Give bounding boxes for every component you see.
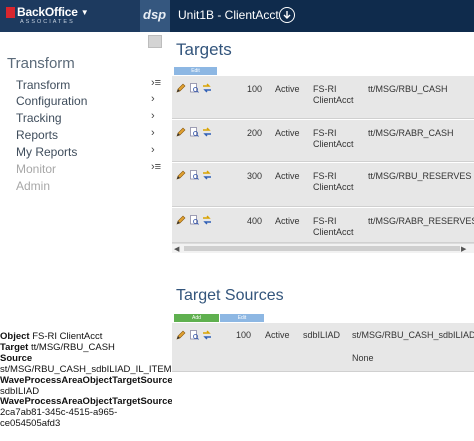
- logo-subtitle: ASSOCIATES: [20, 19, 75, 25]
- edit-pencil-icon[interactable]: [176, 330, 186, 340]
- chevron-right-icon: ›: [151, 144, 155, 156]
- status-cell: Active: [275, 171, 300, 181]
- nav-item-label: Admin: [16, 179, 51, 193]
- sources-edit-button[interactable]: Edit: [220, 314, 264, 322]
- object-cell: FS-RI: [313, 216, 337, 226]
- mapping-arrows-icon[interactable]: [202, 330, 212, 340]
- table-row[interactable]: 200 Active FS-RI ClientAcct tt/MSG/RABR_…: [172, 120, 474, 162]
- nav-item-label: Monitor: [16, 162, 57, 176]
- context-header: Unit1B - ClientAcct: [170, 0, 474, 32]
- priority-cell: 300: [247, 171, 263, 181]
- mapping-arrows-icon[interactable]: [202, 127, 212, 137]
- edit-pencil-icon[interactable]: [176, 127, 186, 137]
- dsp-badge-label: dsp: [143, 7, 167, 22]
- chevron-right-icon: ›: [151, 93, 155, 105]
- logo-dropdown-icon[interactable]: ▼: [81, 8, 89, 17]
- extra-cell: None: [352, 353, 374, 363]
- source-cell: st/MSG/RBU_CASH_sdbILIAD_IL: [352, 330, 474, 340]
- targets-title: Targets: [176, 40, 232, 59]
- target-cell: tt/MSG/RABR_CASH: [368, 128, 454, 138]
- object-cell: FS-RI: [313, 84, 337, 94]
- wpaots-source-id-label: WaveProcessAreaObjectTargetSourceI: [0, 374, 172, 386]
- object-cell-line2: ClientAcct: [313, 95, 354, 105]
- target-label: Target: [0, 341, 29, 353]
- mapping-arrows-icon[interactable]: [202, 215, 212, 225]
- object-cell: FS-RI: [313, 171, 337, 181]
- object-info-panel: Object FS-RI ClientAcct Target tt/MSG/RB…: [0, 332, 172, 430]
- chevron-right-icon: ›: [151, 110, 155, 122]
- priority-cell: 100: [247, 84, 263, 94]
- table-row[interactable]: 300 Active FS-RI ClientAcct tt/MSG/RBU_R…: [172, 163, 474, 207]
- nav-collapse-button[interactable]: [148, 35, 162, 48]
- object-cell-line2: ClientAcct: [313, 227, 354, 237]
- status-cell: Active: [265, 330, 290, 340]
- status-cell: Active: [275, 216, 300, 226]
- target-cell: tt/MSG/RBU_CASH: [368, 84, 448, 94]
- nav-item-admin[interactable]: Admin: [16, 178, 166, 194]
- logo-mark-icon: [6, 6, 15, 18]
- nav-item-label: Configuration: [16, 94, 88, 108]
- wpaots-target-id-value-cont: ce054505afd3: [0, 418, 61, 430]
- priority-cell: 400: [247, 216, 263, 226]
- target-cell: tt/MSG/RABR_RESERVES: [368, 216, 474, 226]
- view-document-icon[interactable]: [189, 127, 199, 137]
- table-row[interactable]: 100 Active sdbILIAD st/MSG/RBU_CASH_sdbI…: [172, 323, 474, 372]
- target-value: tt/MSG/RBU_CASH: [30, 341, 115, 353]
- target-sources-title: Target Sources: [176, 287, 284, 304]
- edit-pencil-icon[interactable]: [176, 170, 186, 180]
- mapping-arrows-icon[interactable]: [202, 83, 212, 93]
- table-row[interactable]: 400 Active FS-RI ClientAcct tt/MSG/RABR_…: [172, 208, 474, 243]
- nav-item-label: Transform: [16, 78, 71, 92]
- view-document-icon[interactable]: [189, 83, 199, 93]
- scrollbar-thumb[interactable]: [184, 246, 460, 251]
- target-cell: tt/MSG/RBU_RESERVES: [368, 171, 472, 181]
- priority-cell: 100: [236, 330, 252, 340]
- object-cell-line2: ClientAcct: [313, 182, 354, 192]
- status-cell: Active: [275, 128, 300, 138]
- nav-item-configuration[interactable]: Configuration ›: [16, 93, 166, 109]
- logo-text: BackOffice: [17, 5, 78, 19]
- edit-pencil-icon[interactable]: [176, 215, 186, 225]
- nav-item-label: Reports: [16, 128, 59, 142]
- targets-horizontal-scrollbar[interactable]: ◀ ▶: [172, 243, 474, 253]
- nav-item-monitor[interactable]: Monitor ›≡: [16, 161, 166, 177]
- source-value: st/MSG/RBU_CASH_sdbILIAD_IL_ITEM: [0, 363, 172, 375]
- context-dropdown-icon[interactable]: [279, 7, 295, 23]
- source-label: Source: [0, 352, 33, 364]
- status-cell: Active: [275, 84, 300, 94]
- object-label: Object: [0, 332, 30, 342]
- chevron-right-icon: ›: [151, 127, 155, 139]
- sources-add-button[interactable]: Add: [174, 314, 219, 322]
- nav-title: Transform: [7, 55, 75, 72]
- source-db-cell: sdbILIAD: [303, 330, 341, 340]
- scroll-right-icon[interactable]: ▶: [461, 245, 466, 253]
- nav-item-tracking[interactable]: Tracking ›: [16, 110, 166, 126]
- view-document-icon[interactable]: [189, 215, 199, 225]
- nav-item-label: My Reports: [16, 145, 78, 159]
- object-value: FS-RI ClientAcct: [32, 332, 103, 342]
- context-title: Unit1B - ClientAcct: [178, 8, 279, 22]
- nav-item-transform[interactable]: Transform ›≡: [16, 77, 166, 93]
- dsp-badge[interactable]: dsp: [140, 0, 170, 32]
- top-bar: BackOffice ▼ ASSOCIATES dsp Unit1B - Cli…: [0, 0, 474, 32]
- table-row[interactable]: 100 Active FS-RI ClientAcct tt/MSG/RBU_C…: [172, 76, 474, 119]
- expand-arrow-icon[interactable]: ›≡: [151, 77, 161, 89]
- view-document-icon[interactable]: [189, 170, 199, 180]
- object-cell: FS-RI: [313, 128, 337, 138]
- targets-edit-button[interactable]: Edit: [174, 67, 217, 75]
- mapping-arrows-icon[interactable]: [202, 170, 212, 180]
- priority-cell: 200: [247, 128, 263, 138]
- expand-arrow-icon[interactable]: ›≡: [151, 161, 161, 173]
- view-document-icon[interactable]: [189, 330, 199, 340]
- object-cell-line2: ClientAcct: [313, 139, 354, 149]
- nav-item-my-reports[interactable]: My Reports ›: [16, 144, 166, 160]
- scroll-left-icon[interactable]: ◀: [174, 245, 179, 253]
- nav-item-reports[interactable]: Reports ›: [16, 127, 166, 143]
- edit-pencil-icon[interactable]: [176, 83, 186, 93]
- backoffice-logo[interactable]: BackOffice ▼ ASSOCIATES: [0, 0, 140, 32]
- nav-item-label: Tracking: [16, 111, 62, 125]
